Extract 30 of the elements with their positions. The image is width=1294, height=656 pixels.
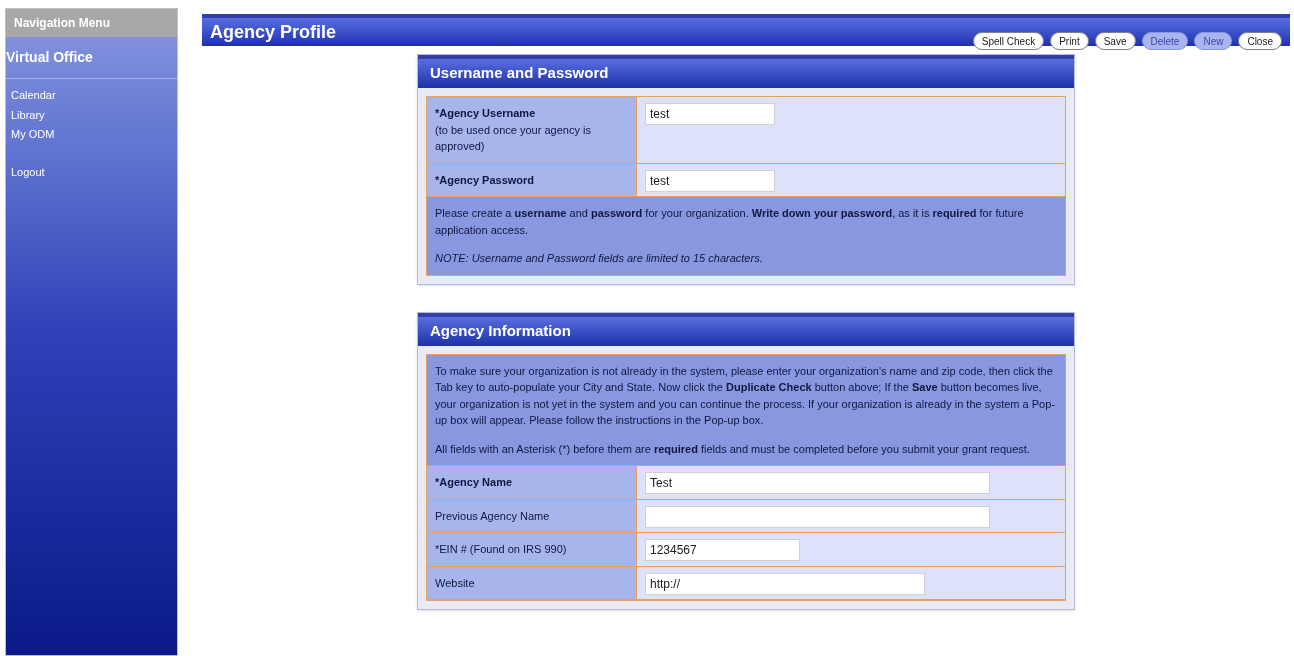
toolbar-button[interactable]: Spell Check (972, 32, 1045, 50)
panel-title: Username and Password (418, 55, 1074, 88)
toolbar-button[interactable]: Close (1238, 32, 1282, 50)
toolbar-button[interactable]: Print (1050, 32, 1089, 50)
text-field[interactable] (645, 505, 990, 528)
info-text: All fields with an Asterisk (*) before them are required fields and must be completed before you submit your grant request. (435, 441, 1031, 457)
nav-link[interactable]: Calendar (11, 87, 56, 104)
field-label: *Agency Password (435, 172, 536, 188)
text-field[interactable]: Test (645, 472, 990, 494)
field-label: *EIN # (Found on IRS 990) (435, 542, 568, 557)
sidebar-title: Navigation Menu (6, 9, 177, 37)
field-hint: (to be used once your agency is approved) (435, 122, 592, 154)
field-label: Website (435, 575, 476, 591)
field-label: *Agency Name (435, 475, 514, 490)
panel-title: Agency Information (418, 312, 1074, 346)
field-label: Previous Agency Name (435, 508, 551, 524)
nav-link[interactable]: Library (11, 106, 45, 123)
text-field[interactable]: test (645, 103, 775, 125)
text-field[interactable]: 1234567 (645, 539, 800, 561)
toolbar-button[interactable]: Save (1094, 32, 1136, 50)
nav-link[interactable]: Logout (11, 163, 45, 180)
sidebar-section: Virtual Office (6, 37, 177, 79)
nav-link[interactable]: My ODM (11, 126, 55, 143)
note-text: Please create a username and password for your organization. Write down your password, as it is required for future application access. (435, 206, 1025, 238)
info-text: To make sure your organization is not already in the system, please enter your organization's name and zip code, then click the Tab key to auto-populate your City and State. Now click the Duplicate Check button above; If the Save button becomes live, your organization is not yet in the system and you can continue the process. If your organization is already in the system a Pop-up box will appear. Please follow the instructions in the Pop-up box. (435, 363, 1056, 428)
note-text: NOTE: Username and Password fields are limited to 15 characters. (435, 251, 764, 266)
text-field[interactable]: http:// (645, 572, 925, 595)
field-label: *Agency Username (435, 106, 537, 121)
page-title: Agency Profile (210, 20, 337, 44)
text-field[interactable]: test (645, 169, 775, 192)
